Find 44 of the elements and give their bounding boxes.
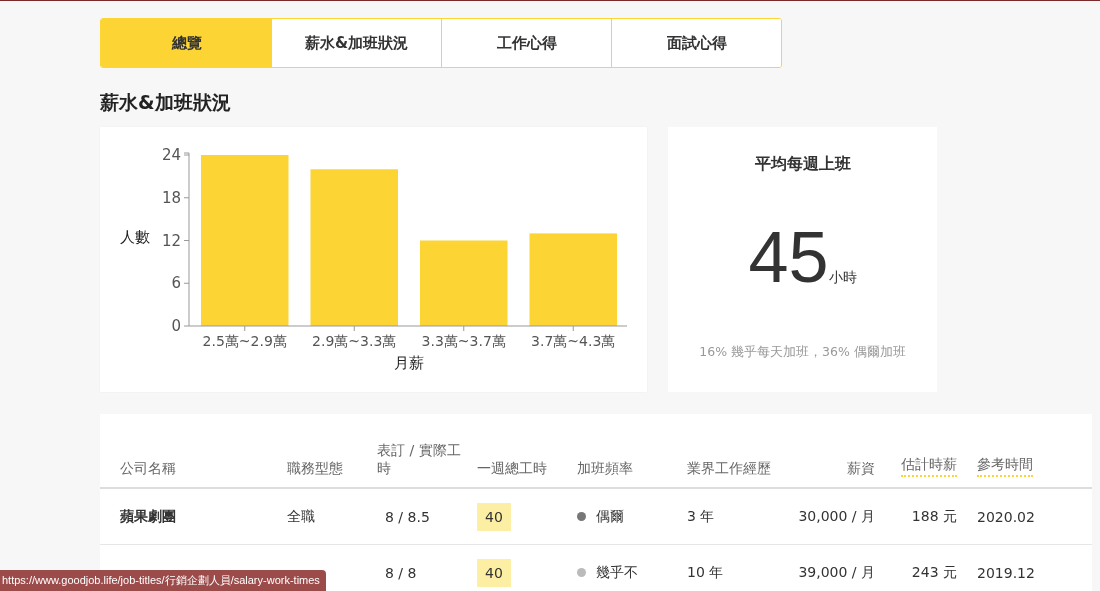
stat-unit: 小時 [828,269,857,287]
hours-highlight: 40 [477,502,511,531]
y-tick-label: 0 [171,317,181,335]
table-cell: 幾乎不 [596,563,638,582]
table-cell: 243 元 [911,563,957,582]
y-tick-label: 12 [161,231,181,250]
table-cell: 2020.02 [977,508,1035,525]
section-heading: 薪水&加班狀況 [100,90,231,115]
x-tick-label: 3.3萬~3.7萬 [421,333,506,349]
table-cell: 全職 [287,507,315,526]
company-name: 蘋果劇團 [119,507,176,526]
table-cell: 30,000 / 月 [798,507,875,526]
table-cell: 2019.12 [977,564,1035,581]
table-cell: 3 年 [687,507,715,526]
table-cell: 39,000 / 月 [798,563,875,582]
stat-title: 平均每週上班 [754,154,851,175]
y-tick-label: 6 [171,274,181,293]
y-tick-label: 18 [161,188,181,207]
hours-highlight: 40 [477,558,511,587]
x-tick-label: 2.9萬~3.3萬 [312,333,397,349]
table-cell: 188 元 [911,507,957,526]
tab[interactable]: 總覽 [101,19,271,67]
column-header: 一週總工時 [477,459,547,477]
stat-value: 45 [748,217,829,297]
stat-note: 16% 幾乎每天加班，36% 偶爾加班 [699,344,906,361]
y-tick-label: 24 [161,146,181,164]
column-header: 加班頻率 [577,459,633,477]
column-header: 估計時薪 [901,455,957,477]
table-cell-text: 8 / 8.5 [384,508,430,525]
x-tick-label: 2.5萬~2.9萬 [202,333,287,349]
column-header: 公司名稱 [119,459,176,477]
column-header: 職務型態 [287,459,343,477]
tab[interactable]: 面試心得 [611,19,781,67]
table-cell-text: 8 / 8 [384,564,417,581]
x-tick-label: 3.7萬~4.3萬 [531,333,616,349]
column-header: 參考時間 [977,455,1033,477]
x-axis-title: 月薪 [394,354,424,372]
table-cell: 10 年 [687,563,724,582]
column-header: 表訂 / 實際工時 [377,441,462,477]
table-cell: 偶爾 [596,507,624,526]
link-status-bar: https://www.goodjob.life/job-titles/行銷企劃人員/salary-work-times [0,570,326,591]
y-axis-title: 人數 [120,228,150,246]
column-header: 薪資 [847,459,875,477]
column-header: 業界工作經歷 [687,459,771,477]
